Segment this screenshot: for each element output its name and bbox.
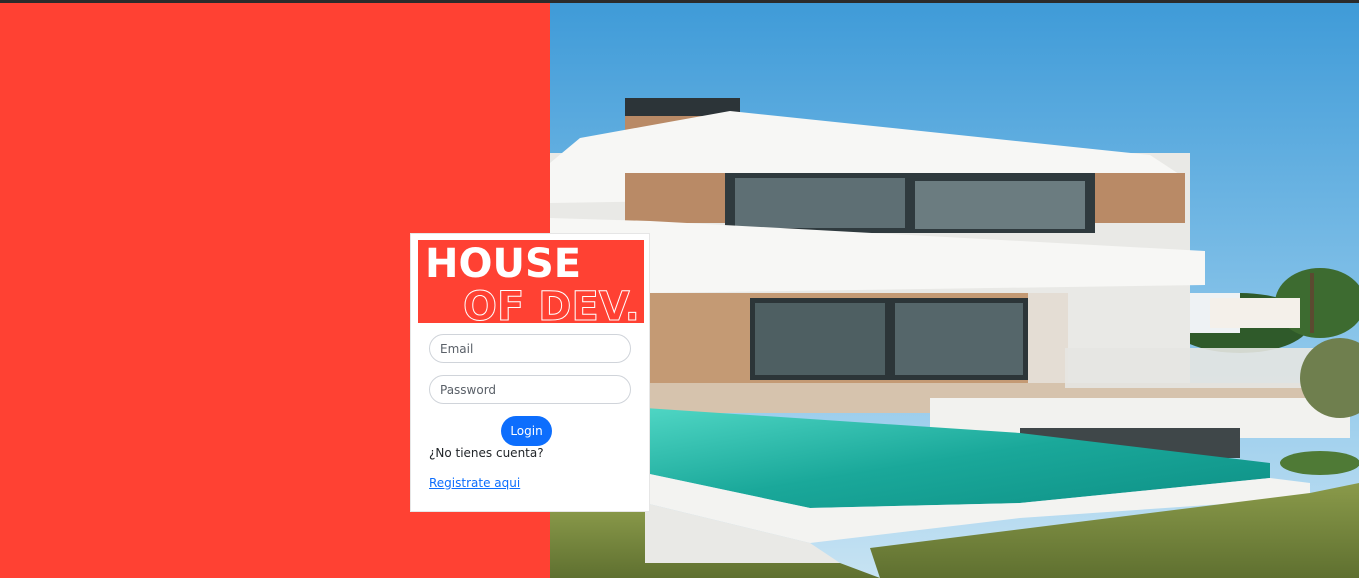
house-photo xyxy=(550,3,1359,578)
password-field[interactable] xyxy=(429,375,631,404)
logo-line1: HOUSE xyxy=(425,241,581,287)
no-account-text: ¿No tienes cuenta? xyxy=(429,446,544,460)
logo-line2: OF DEV. xyxy=(463,284,640,323)
login-card: HOUSE OF DEV. Login ¿No tienes cuenta? R… xyxy=(410,233,650,512)
register-link[interactable]: Registrate aqui xyxy=(429,476,520,490)
login-button[interactable]: Login xyxy=(501,416,552,446)
email-field[interactable] xyxy=(429,334,631,363)
login-page: HOUSE OF DEV. Login ¿No tienes cuenta? R… xyxy=(0,0,1359,578)
house-of-dev-logo: HOUSE OF DEV. xyxy=(418,240,644,323)
